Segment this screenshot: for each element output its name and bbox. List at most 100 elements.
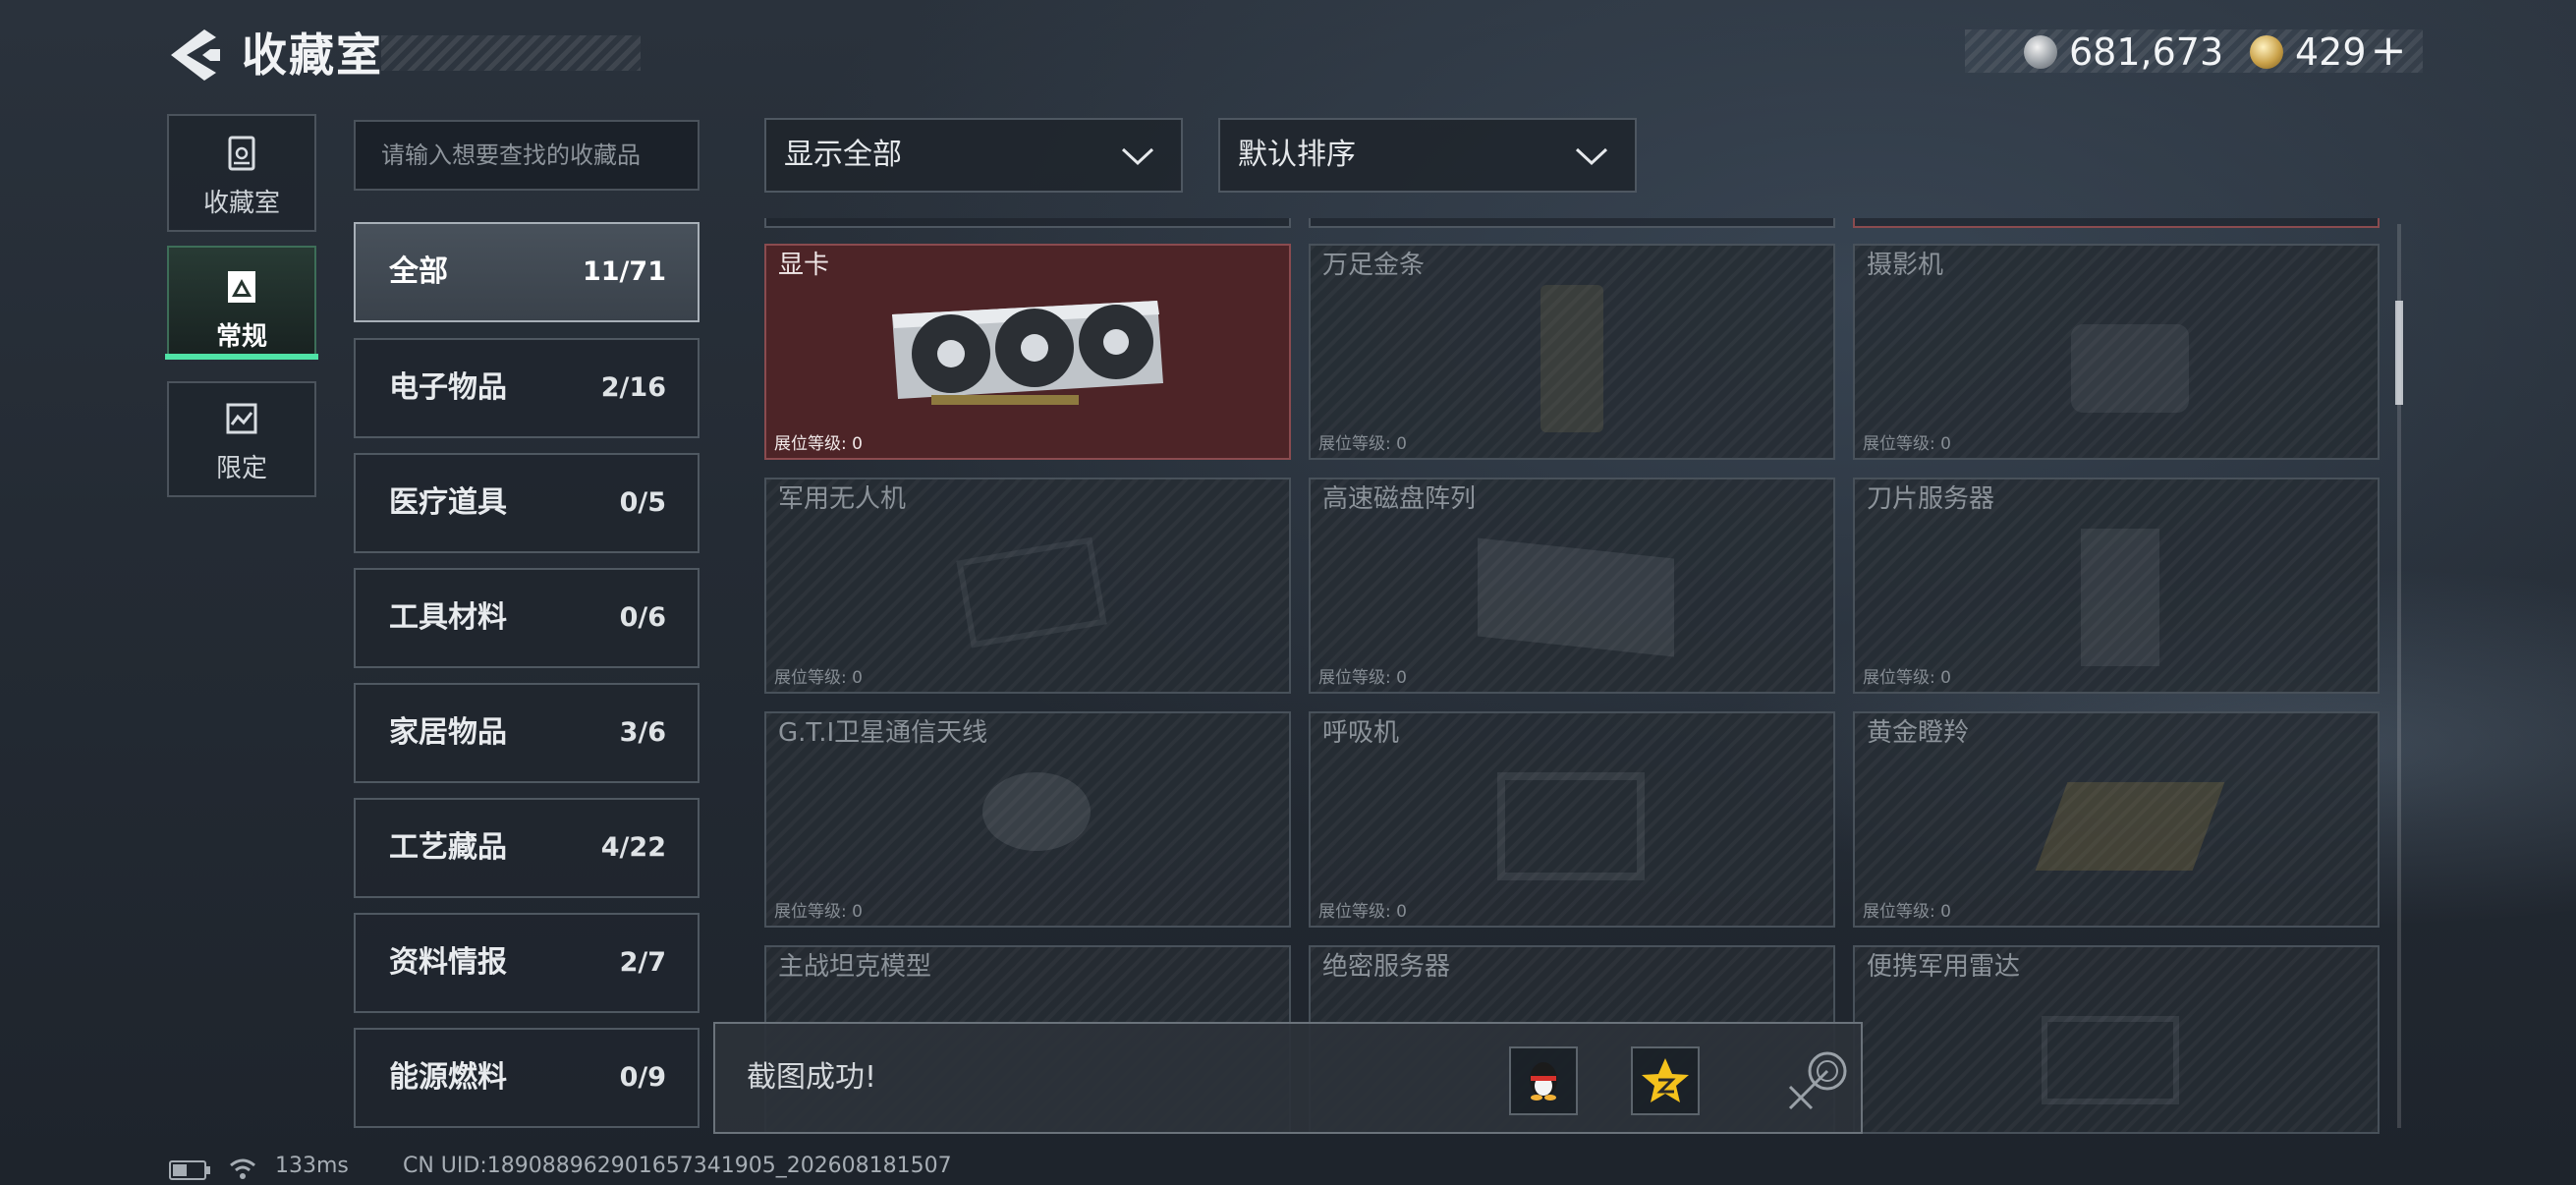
card-partial [764, 218, 1291, 228]
sort-selected: 默认排序 [1238, 138, 1356, 172]
nav-item-limited[interactable]: 限定 [167, 381, 316, 497]
ping-readout: 133ms [275, 1154, 349, 1178]
category-label: 资料情报 [389, 945, 507, 980]
search-input[interactable] [354, 120, 700, 191]
item-level: 展位等级: 0 [774, 902, 863, 922]
battery-icon [169, 1160, 210, 1180]
category-count: 2/16 [600, 372, 666, 403]
item-card-military-drone[interactable]: 军用无人机 展位等级: 0 [764, 478, 1291, 694]
silver-coin-icon [2024, 35, 2057, 69]
camera-icon [2071, 324, 2189, 413]
category-label: 工具材料 [389, 600, 507, 635]
item-level: 展位等级: 0 [1863, 902, 1951, 922]
blade-server-icon [2081, 529, 2159, 666]
disk-array-icon [1478, 537, 1674, 657]
nav-item-regular[interactable]: 常规 [167, 246, 316, 356]
gazelle-statue-icon [2035, 782, 2225, 871]
ventilator-icon [1497, 772, 1645, 880]
item-name: 主战坦克模型 [778, 952, 932, 982]
item-level: 展位等级: 0 [1318, 668, 1407, 688]
category-electronics[interactable]: 电子物品 2/16 [354, 338, 700, 438]
nav-label: 常规 [215, 322, 267, 352]
category-count: 4/22 [600, 832, 666, 863]
item-name: 万足金条 [1322, 251, 1426, 280]
item-card-satellite-antenna[interactable]: G.T.I卫星通信天线 展位等级: 0 [764, 711, 1291, 928]
add-currency-button[interactable]: + [2366, 29, 2411, 75]
filter-dropdown[interactable]: 显示全部 [764, 118, 1183, 193]
gold-coin-icon [2250, 35, 2283, 69]
chevron-down-icon [1575, 147, 1608, 166]
item-level: 展位等级: 0 [774, 668, 863, 688]
category-crafts[interactable]: 工艺藏品 4/22 [354, 798, 700, 898]
item-name: G.T.I卫星通信天线 [778, 718, 988, 748]
card-partial [1309, 218, 1835, 228]
gold-bar-icon [1540, 285, 1603, 432]
item-card-disk-array[interactable]: 高速磁盘阵列 展位等级: 0 [1309, 478, 1835, 694]
category-medical[interactable]: 医疗道具 0/5 [354, 453, 700, 553]
sort-dropdown[interactable]: 默认排序 [1218, 118, 1637, 193]
nav-label: 限定 [215, 454, 267, 483]
item-name: 摄影机 [1867, 251, 1944, 280]
category-count: 0/5 [619, 487, 666, 518]
item-card-graphics-card[interactable]: 显卡 展位等级: 0 [764, 244, 1291, 460]
category-label: 家居物品 [389, 715, 507, 750]
filter-selected: 显示全部 [784, 138, 902, 172]
gold-amount: 429 [2295, 30, 2367, 74]
item-card-gold-bar[interactable]: 万足金条 展位等级: 0 [1309, 244, 1835, 460]
item-card-ventilator[interactable]: 呼吸机 展位等级: 0 [1309, 711, 1835, 928]
chevron-down-icon [1121, 147, 1154, 166]
category-label: 电子物品 [389, 370, 507, 405]
item-level: 展位等级: 0 [1863, 434, 1951, 454]
silver-amount: 681,673 [2069, 30, 2224, 74]
ticket-icon [226, 403, 257, 434]
radar-icon [2042, 1016, 2179, 1104]
item-card-blade-server[interactable]: 刀片服务器 展位等级: 0 [1853, 478, 2380, 694]
nav-item-collection-room[interactable]: 收藏室 [167, 114, 316, 232]
nav-label: 收藏室 [202, 189, 280, 218]
share-qq-button[interactable] [1509, 1046, 1578, 1115]
item-name: 便携军用雷达 [1867, 952, 2021, 982]
satellite-dish-icon [982, 772, 1091, 851]
qzone-star-icon [1642, 1058, 1689, 1102]
qq-penguin-icon [1530, 1062, 1557, 1100]
scrollbar-thumb[interactable] [2395, 301, 2403, 405]
card-partial [1853, 218, 2380, 228]
category-tools[interactable]: 工具材料 0/6 [354, 568, 700, 668]
item-name: 军用无人机 [778, 484, 907, 514]
category-label: 工艺藏品 [389, 830, 507, 865]
close-icon[interactable] [1784, 1047, 1851, 1114]
item-level: 展位等级: 0 [1863, 668, 1951, 688]
gallery-icon [228, 271, 255, 303]
item-name: 高速磁盘阵列 [1322, 484, 1477, 514]
wifi-icon [230, 1158, 255, 1179]
category-count: 11/71 [582, 256, 666, 287]
item-card-golden-gazelle[interactable]: 黄金瞪羚 展位等级: 0 [1853, 711, 2380, 928]
screenshot-toast: 截图成功! [713, 1022, 1863, 1134]
item-level: 展位等级: 0 [1318, 902, 1407, 922]
category-fuel[interactable]: 能源燃料 0/9 [354, 1028, 700, 1128]
toast-message: 截图成功! [747, 1060, 877, 1095]
category-label: 全部 [389, 254, 448, 289]
page-title: 收藏室 [242, 28, 383, 82]
category-count: 0/6 [619, 602, 666, 633]
category-intel[interactable]: 资料情报 2/7 [354, 913, 700, 1013]
item-card-camera[interactable]: 摄影机 展位等级: 0 [1853, 244, 2380, 460]
share-qzone-button[interactable] [1631, 1046, 1700, 1115]
item-name: 绝密服务器 [1322, 952, 1451, 982]
category-all[interactable]: 全部 11/71 [354, 222, 700, 322]
title-decoration [381, 35, 641, 71]
category-count: 3/6 [619, 717, 666, 748]
category-label: 医疗道具 [389, 485, 507, 520]
category-household[interactable]: 家居物品 3/6 [354, 683, 700, 783]
category-count: 2/7 [619, 947, 666, 978]
item-name: 显卡 [778, 251, 830, 280]
trash-bin-icon [228, 136, 255, 171]
active-nav-indicator [165, 354, 318, 360]
user-uid: CN UID:18908896290165734190​5_2026081815… [403, 1154, 952, 1178]
category-count: 0/9 [619, 1062, 666, 1093]
back-arrow-icon[interactable] [165, 28, 222, 83]
item-name: 刀片服务器 [1867, 484, 1995, 514]
item-level: 展位等级: 0 [774, 434, 863, 454]
item-level: 展位等级: 0 [1318, 434, 1407, 454]
item-card-portable-radar[interactable]: 便携军用雷达 [1853, 945, 2380, 1134]
